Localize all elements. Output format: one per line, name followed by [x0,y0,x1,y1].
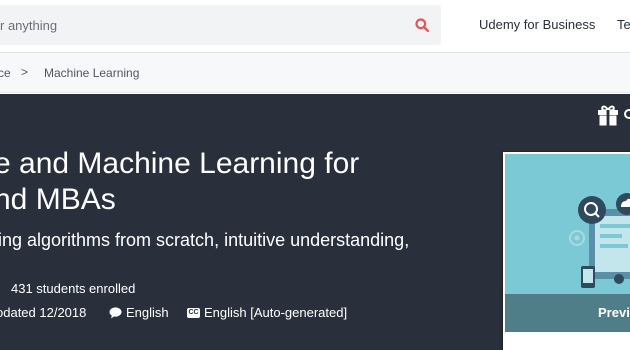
search-icon [415,18,429,32]
course-subtitle: ing algorithms from scratch, intuitive u… [0,230,410,250]
search-button[interactable] [408,13,436,37]
breadcrumb-parent-link[interactable]: ce [0,66,11,80]
breadcrumb: ce > Machine Learning [0,53,630,93]
course-language: English [109,305,169,320]
breadcrumb-machine-learning-link[interactable]: Machine Learning [44,66,139,80]
search-bar [0,5,441,45]
teach-link[interactable]: Te [617,17,630,32]
preview-label: Previ [598,305,630,320]
course-title-line-2: nd MBAs [0,183,116,216]
course-language-label: English [126,305,169,320]
share-icon[interactable] [624,109,630,119]
gift-icon[interactable] [596,103,620,127]
preview-video-button[interactable]: Previ [505,154,630,332]
students-enrolled: 431 students enrolled [11,281,136,296]
top-header: Udemy for Business Te [0,0,630,52]
course-title-line-1: e and Machine Learning for [0,147,360,180]
closed-captions-icon: CC [187,307,200,318]
speech-bubble-icon [109,306,122,318]
last-updated: odated 12/2018 [0,305,87,320]
breadcrumb-separator: > [21,65,29,79]
course-captions: CC English [Auto-generated] [187,305,347,320]
course-title: e and Machine Learning for nd MBAs [0,146,474,218]
search-input[interactable] [0,5,400,45]
udemy-for-business-link[interactable]: Udemy for Business [479,17,595,32]
course-captions-label: English [Auto-generated] [204,305,348,320]
